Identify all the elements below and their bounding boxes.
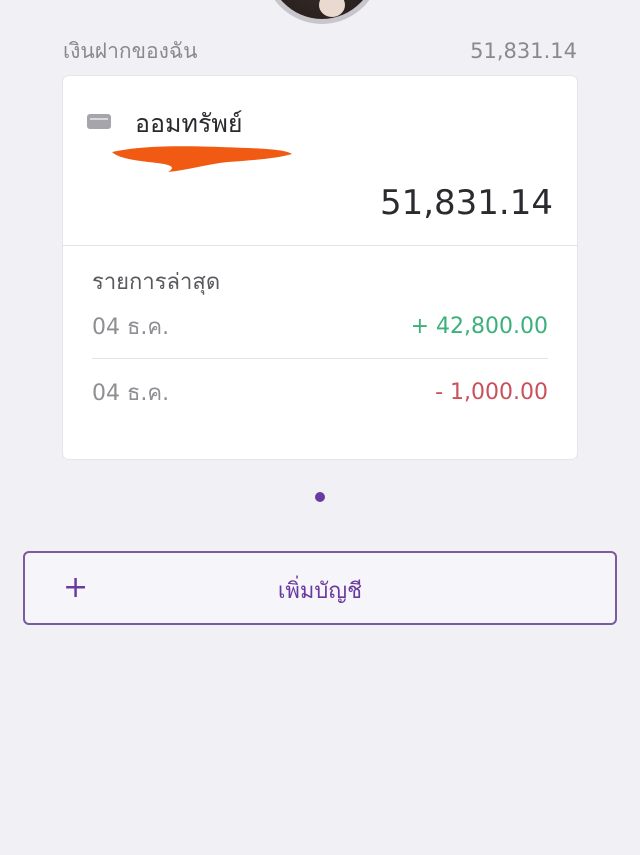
account-balance: 51,831.14 (379, 183, 553, 223)
deposit-summary: เงินฝากของฉัน 51,831.14 (63, 36, 577, 66)
account-card[interactable]: ออมทรัพย์ 51,831.14 รายการล่าสุด 04 ธ.ค.… (63, 76, 577, 459)
transaction-amount: - 1,000.00 (435, 379, 548, 405)
page-indicator-dot (315, 492, 325, 502)
deposit-summary-total: 51,831.14 (470, 39, 577, 63)
transaction-amount: + 42,800.00 (410, 313, 548, 339)
bank-card-icon (87, 114, 111, 129)
recent-transactions-title: รายการล่าสุด (92, 270, 221, 295)
account-name: ออมทรัพย์ (135, 109, 243, 138)
divider (92, 358, 548, 359)
avatar[interactable] (262, 0, 382, 24)
transaction-row[interactable]: 04 ธ.ค. - 1,000.00 (92, 374, 548, 410)
account-header[interactable]: ออมทรัพย์ 51,831.14 (63, 76, 577, 246)
transaction-row[interactable]: 04 ธ.ค. + 42,800.00 (92, 308, 548, 344)
add-account-button[interactable]: + เพิ่มบัญชี (23, 551, 617, 625)
transaction-date: 04 ธ.ค. (92, 380, 170, 406)
redaction-mark (112, 146, 292, 172)
deposit-screen: เงินฝากของฉัน 51,831.14 ออมทรัพย์ 51,831… (0, 0, 640, 855)
avatar-face (319, 0, 345, 17)
transaction-date: 04 ธ.ค. (92, 314, 170, 340)
add-account-label: เพิ่มบัญชี (277, 579, 363, 604)
deposit-summary-label: เงินฝากของฉัน (63, 38, 198, 63)
